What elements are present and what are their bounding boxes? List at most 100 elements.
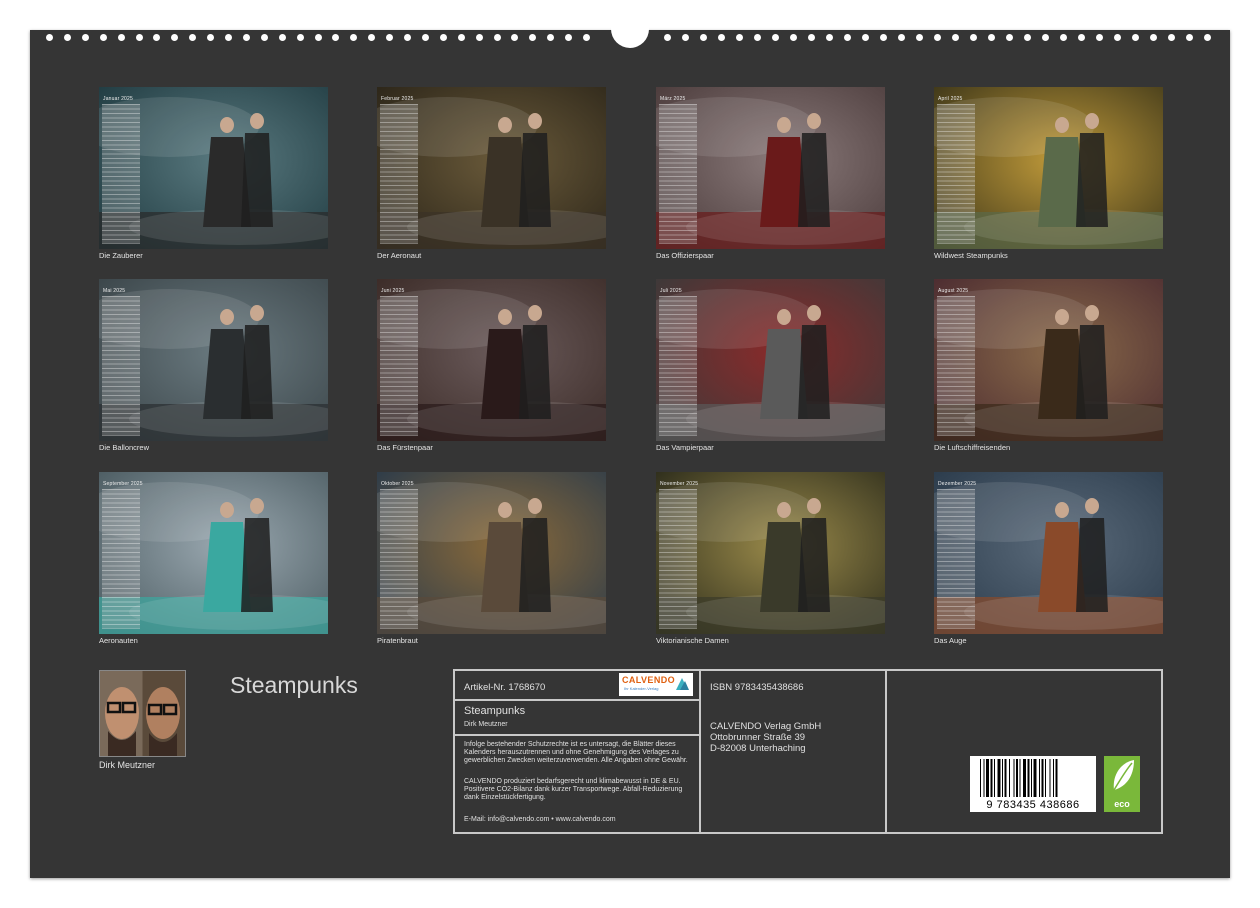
barcode-bar bbox=[1039, 759, 1040, 797]
title-row-divider bbox=[453, 734, 701, 736]
month-caption: Viktorianische Damen bbox=[656, 636, 729, 645]
binding-hole bbox=[350, 34, 358, 41]
month-label: November 2025 bbox=[660, 481, 699, 487]
author-name: Dirk Meutzner bbox=[99, 760, 156, 770]
barcode-bar bbox=[1053, 759, 1054, 797]
binding-hole bbox=[718, 34, 725, 41]
barcode-bar bbox=[1002, 759, 1003, 797]
month-tile: Januar 2025 Die Zauberer bbox=[99, 87, 328, 263]
binding-hole bbox=[1114, 34, 1121, 41]
binding-hole bbox=[189, 34, 197, 41]
binding-hole bbox=[826, 34, 833, 41]
binding-hole bbox=[117, 34, 125, 41]
binding-hole bbox=[1042, 34, 1049, 41]
binding-hole bbox=[952, 34, 959, 41]
production-notice: CALVENDO produziert bedarfsgerecht und k… bbox=[464, 778, 683, 801]
binding-hole bbox=[135, 34, 143, 41]
calvendo-logo-icon bbox=[676, 678, 689, 690]
month-tile: Dezember 2025 Das Auge bbox=[934, 472, 1163, 648]
calendar-day-strip bbox=[659, 489, 697, 629]
month-photo: Januar 2025 bbox=[99, 87, 328, 249]
month-photo: Februar 2025 bbox=[377, 87, 606, 249]
binding-hole bbox=[772, 34, 779, 41]
product-author: Dirk Meutzner bbox=[464, 721, 508, 728]
binding-hole bbox=[207, 34, 215, 41]
month-photo: Juni 2025 bbox=[377, 279, 606, 441]
author-portrait-image bbox=[100, 671, 185, 756]
month-tile: Oktober 2025 Piratenbraut bbox=[377, 472, 606, 648]
month-label: März 2025 bbox=[660, 96, 686, 102]
eco-badge: eco bbox=[1104, 756, 1140, 812]
barcode-bar bbox=[1023, 759, 1026, 797]
month-caption: Das Fürstenpaar bbox=[377, 443, 433, 452]
barcode-bar bbox=[980, 759, 981, 797]
month-photo: Mai 2025 bbox=[99, 279, 328, 441]
month-photo: Oktober 2025 bbox=[377, 472, 606, 634]
barcode-bar bbox=[1027, 759, 1030, 797]
binding-hole bbox=[511, 34, 519, 41]
binding-hole bbox=[242, 34, 250, 41]
publisher-city: D-82008 Unterhaching bbox=[710, 743, 806, 754]
month-photo: März 2025 bbox=[656, 87, 885, 249]
barcode-bar bbox=[1019, 759, 1021, 797]
calendar-day-strip bbox=[380, 489, 418, 629]
month-photo: August 2025 bbox=[934, 279, 1163, 441]
barcode-bar bbox=[990, 759, 993, 797]
calendar-day-strip bbox=[659, 104, 697, 244]
month-photo: September 2025 bbox=[99, 472, 328, 634]
month-caption: Die Balloncrew bbox=[99, 443, 150, 452]
publisher-street: Ottobrunner Straße 39 bbox=[710, 732, 806, 743]
barcode-bar bbox=[1004, 759, 1007, 797]
binding-hole bbox=[844, 34, 851, 41]
binding-hole bbox=[898, 34, 905, 41]
legal-notice: Infolge bestehender Schutzrechte ist es … bbox=[464, 741, 688, 764]
month-caption: Der Aeronaut bbox=[377, 251, 422, 260]
barcode-bar bbox=[1041, 759, 1044, 797]
month-caption: Die Zauberer bbox=[99, 251, 143, 260]
month-label: April 2025 bbox=[938, 96, 963, 102]
binding-hole bbox=[700, 34, 707, 41]
binding-hole bbox=[46, 34, 53, 41]
month-caption: Piratenbraut bbox=[377, 636, 418, 645]
calendar-day-strip bbox=[937, 489, 975, 629]
month-tile: Mai 2025 Die Balloncrew bbox=[99, 279, 328, 455]
month-tile: August 2025 Die Luftschiffreisenden bbox=[934, 279, 1163, 455]
binding-hole bbox=[1186, 34, 1193, 41]
barcode-bar bbox=[1033, 759, 1037, 797]
month-label: Juni 2025 bbox=[381, 288, 405, 294]
calendar-day-strip bbox=[380, 296, 418, 436]
barcode-bar bbox=[1009, 759, 1010, 797]
binding-hole bbox=[880, 34, 887, 41]
binding-hole bbox=[1150, 34, 1157, 41]
binding-hole bbox=[565, 34, 573, 41]
article-row-divider bbox=[453, 699, 701, 701]
month-caption: Das Auge bbox=[934, 636, 967, 645]
binding-hole bbox=[790, 34, 797, 41]
month-tile: Februar 2025 Der Aeronaut bbox=[377, 87, 606, 263]
barcode-bar bbox=[997, 759, 1001, 797]
month-photo: April 2025 bbox=[934, 87, 1163, 249]
binding-hole bbox=[63, 34, 71, 41]
calendar-title: Steampunks bbox=[230, 672, 358, 698]
month-photo: November 2025 bbox=[656, 472, 885, 634]
month-label: Dezember 2025 bbox=[938, 481, 977, 487]
binding-hole bbox=[1024, 34, 1031, 41]
contact-info: E-Mail: info@calvendo.com • www.calvendo… bbox=[464, 816, 616, 823]
binding-hole bbox=[171, 34, 179, 41]
binding-hole bbox=[583, 34, 590, 41]
month-label: Oktober 2025 bbox=[381, 481, 414, 487]
article-number: Artikel-Nr. 1768670 bbox=[464, 682, 546, 693]
calendar-day-strip bbox=[102, 104, 140, 244]
month-label: Mai 2025 bbox=[103, 288, 126, 294]
month-tile: Juli 2025 Das Vampierpaar bbox=[656, 279, 885, 455]
barcode-bars bbox=[980, 759, 1058, 797]
binding-hole bbox=[386, 34, 394, 41]
barcode-bar bbox=[1045, 759, 1046, 797]
binding-hole bbox=[916, 34, 923, 41]
barcode-bar bbox=[1049, 759, 1051, 797]
binding-hole bbox=[529, 34, 537, 41]
binding-hole bbox=[736, 34, 743, 41]
binding-hole bbox=[808, 34, 815, 41]
calendar-day-strip bbox=[102, 489, 140, 629]
barcode-bar bbox=[1016, 759, 1018, 797]
